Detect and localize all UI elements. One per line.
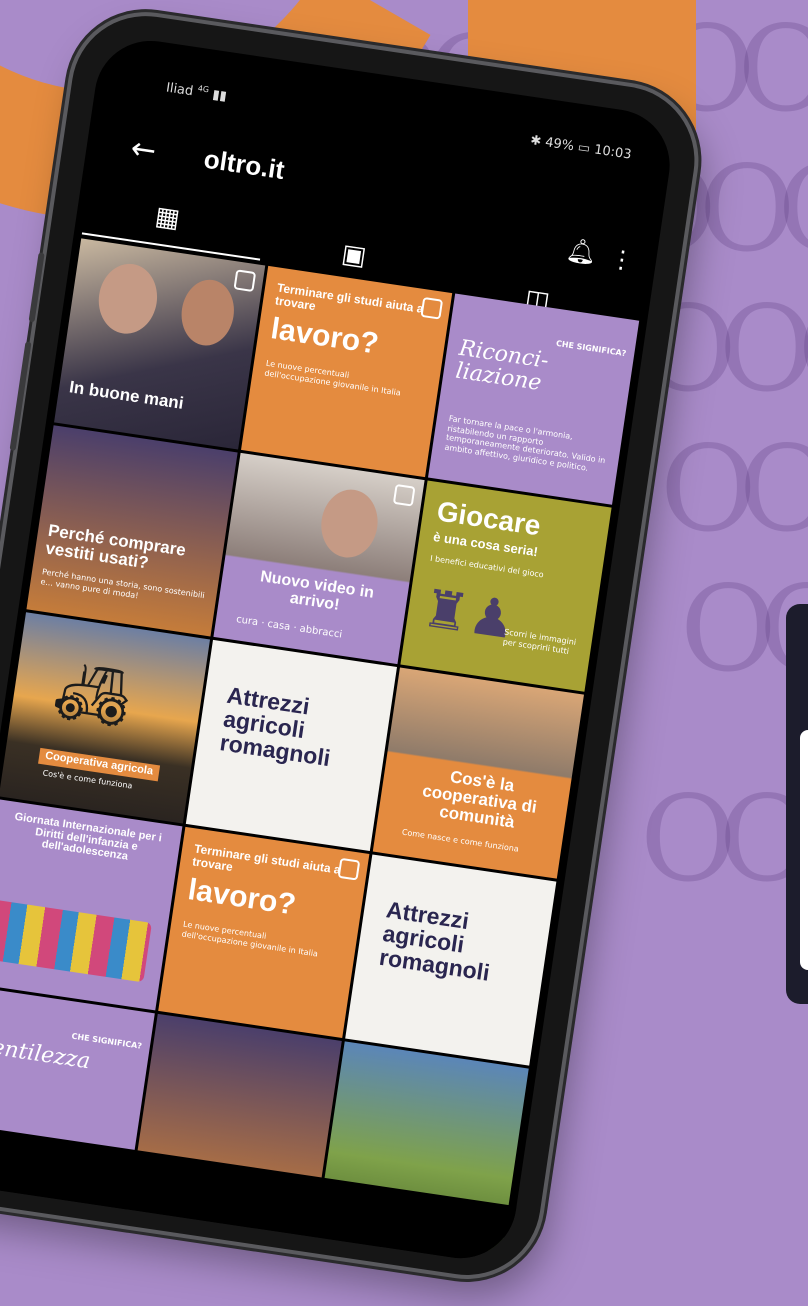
post-title: Giornata Internazionale per i Diritti de…	[13, 810, 163, 863]
bluetooth-icon: ✱	[529, 132, 543, 150]
reel-icon	[420, 296, 444, 320]
post-tile[interactable]: Terminare gli studi aiuta a trovare lavo…	[158, 826, 370, 1039]
post-subtitle: Le nuove percentuali dell'occupazione gi…	[181, 919, 319, 959]
post-tile[interactable]: 🚜︎ Cooperativa agricola Cos'è e come fun…	[0, 612, 211, 824]
post-title: lavoro?	[185, 873, 298, 922]
signal-icon: ▮▮	[211, 87, 228, 105]
reel-icon	[392, 483, 416, 507]
reel-icon	[337, 857, 361, 881]
post-title: Attrezzi agricoli romagnoli	[377, 896, 492, 986]
network-type: 4G	[197, 83, 210, 95]
post-tile[interactable]: Nuovo video in arrivo! cura · casa · abb…	[213, 452, 425, 665]
post-subtitle: Come nasce e come funziona	[401, 827, 520, 854]
status-right: ✱ 49% ▭ 10:03	[529, 133, 632, 163]
tractor-icon: 🚜︎	[49, 654, 136, 736]
background-card-inner	[800, 730, 808, 970]
post-subtitle: Le nuove percentuali dell'occupazione gi…	[263, 358, 402, 398]
post-note: Scorri le immagini per scoprirli tutti	[502, 627, 577, 656]
person-photo	[94, 259, 162, 338]
reels-tab-icon[interactable]: ▣	[340, 239, 369, 272]
post-title: Nuovo video in arrivo!	[259, 568, 376, 614]
post-title: Attrezzi agricoli romagnoli	[218, 681, 332, 772]
carrier-label: Iliad 4G ▮▮	[165, 79, 228, 105]
post-subtitle: cura · casa · abbracci	[235, 614, 343, 641]
person-photo	[316, 485, 383, 562]
smartphone: Iliad 4G ▮▮ ✱ 49% ▭ 10:03 ← oltro.it 🔔︎ …	[0, 0, 808, 1306]
reel-icon	[233, 269, 257, 293]
battery-icon: ▭	[576, 139, 592, 157]
clock: 10:03	[593, 142, 633, 163]
phone-screen: Iliad 4G ▮▮ ✱ 49% ▭ 10:03 ← oltro.it 🔔︎ …	[0, 33, 678, 1266]
post-tile[interactable]: Cos'è la cooperativa di comunità Come na…	[372, 667, 584, 879]
post-tile[interactable]: Attrezzi agricoli romagnoli	[185, 639, 397, 852]
post-tile[interactable]: In buone mani	[54, 238, 266, 450]
post-tile[interactable]: Giornata Internazionale per i Diritti de…	[0, 799, 183, 1011]
post-tile[interactable]: CHE SIGNIFICA? Riconci-liazione Far torn…	[428, 293, 640, 505]
post-title: lavoro?	[268, 312, 381, 361]
battery-level: 49%	[544, 135, 575, 155]
person-photo	[177, 276, 239, 350]
account-name: oltro.it	[202, 143, 287, 186]
post-tile[interactable]: Terminare gli studi aiuta a trovare lavo…	[241, 265, 453, 478]
post-subtitle: Far tornare la pace o l'armonia, ristabi…	[444, 414, 606, 473]
post-title: In buone mani	[68, 377, 185, 413]
grid-tab-icon[interactable]: ▦	[153, 201, 182, 234]
back-arrow-icon[interactable]: ←	[128, 131, 158, 169]
boots-photo	[0, 899, 152, 983]
carrier-name: Iliad	[165, 80, 195, 100]
post-tile[interactable]: Perché comprare vestiti usati? Perché ha…	[26, 425, 238, 637]
post-title: Cos'è la cooperativa di comunità	[421, 767, 539, 832]
post-grid: In buone mani Terminare gli studi aiuta …	[0, 238, 640, 1253]
post-tile[interactable]: Attrezzi agricoli romagnoli	[345, 854, 557, 1066]
post-tile[interactable]: Giocare è una cosa seria! I benefici edu…	[400, 480, 612, 692]
phone-body: Iliad 4G ▮▮ ✱ 49% ▭ 10:03 ← oltro.it 🔔︎ …	[0, 6, 705, 1285]
